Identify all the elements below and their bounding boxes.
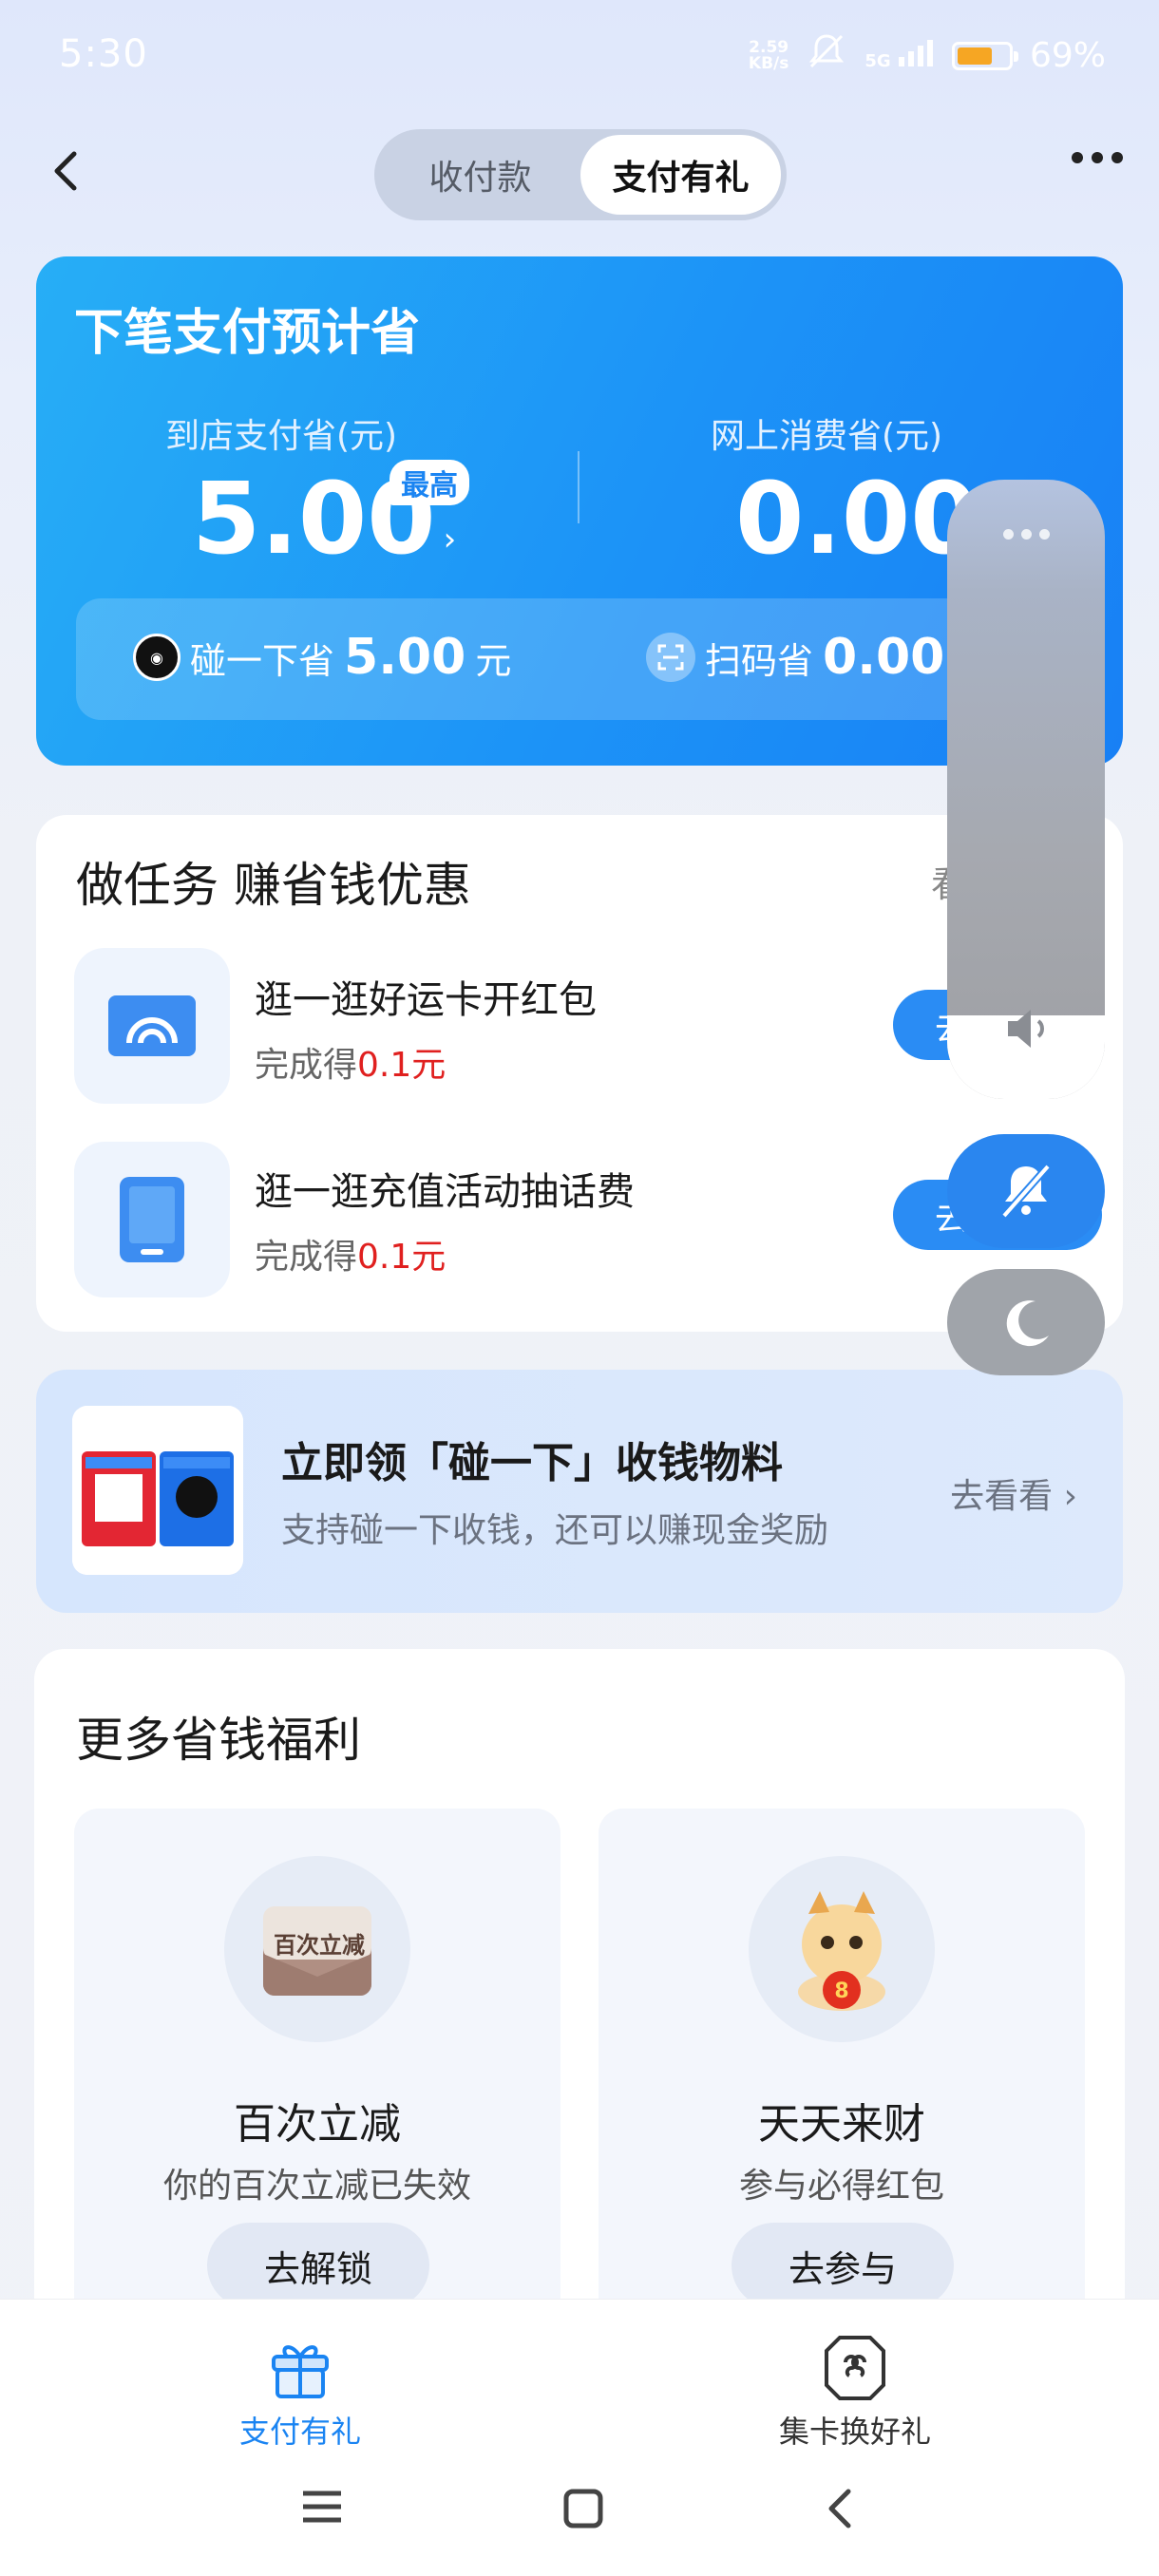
moon-icon [1006, 1300, 1049, 1347]
dragon-mascot-icon: 8 [749, 1856, 935, 2042]
task-reward: 完成得0.1元 [255, 1238, 446, 1277]
bottom-nav: 支付有礼 集卡换好礼 [0, 2299, 1159, 2576]
task-icon-box [74, 1142, 230, 1297]
lucky-card-icon [108, 995, 196, 1056]
more-dots-icon[interactable] [947, 525, 1105, 543]
join-button[interactable]: 去参与 [732, 2223, 954, 2308]
svg-text:8: 8 [834, 1979, 848, 2003]
banner-thumbnail [72, 1406, 243, 1575]
benefit-desc: 你的百次立减已失效 [162, 2167, 471, 2206]
task-reward: 完成得0.1元 [255, 1046, 446, 1085]
benefit-desc: 参与必得红包 [738, 2167, 944, 2206]
unlock-button[interactable]: 去解锁 [207, 2223, 429, 2308]
task-icon-box [74, 948, 230, 1104]
banner-link[interactable]: 去看看 › [950, 1468, 1077, 1518]
task-section-title: 做任务 赚省钱优惠 [76, 858, 471, 913]
back-icon[interactable] [40, 142, 97, 199]
system-nav [0, 2488, 1159, 2533]
touch-save: ◉ 碰一下省 5.00 元 [133, 629, 511, 686]
benefit-name: 百次立减 [234, 2100, 401, 2149]
touch-material-banner[interactable]: 立即领「碰一下」收钱物料 支持碰一下收钱，还可以赚现金奖励 去看看 › [36, 1370, 1123, 1613]
in-store-label: 到店支付省(元) [165, 417, 398, 456]
chevron-right-icon: › [443, 521, 457, 559]
menu-icon[interactable] [299, 2488, 345, 2533]
chevron-right-icon: › [1063, 1477, 1077, 1516]
tab-receive-pay[interactable]: 收付款 [380, 135, 580, 215]
touch-pay-icon: ◉ [133, 634, 180, 681]
tab-pay-rewards[interactable]: 支付有礼 [580, 135, 781, 215]
nav-item-pay-rewards[interactable]: 支付有礼 [239, 2334, 361, 2452]
mute-toggle[interactable] [947, 1134, 1105, 1248]
divider [578, 451, 580, 523]
online-label: 网上消费省(元) [711, 417, 943, 456]
banner-title: 立即领「碰一下」收钱物料 [281, 1439, 783, 1487]
savings-breakdown: ◉ 碰一下省 5.00 元 扫码省 0.00 [76, 598, 1083, 720]
banner-subtitle: 支持碰一下收钱，还可以赚现金奖励 [281, 1511, 829, 1550]
scan-save: 扫码省 0.00 [646, 629, 944, 686]
benefit-item[interactable]: 8 天天来财 参与必得红包 去参与 [598, 1809, 1085, 2378]
card-icon [825, 2336, 885, 2400]
dark-mode-toggle[interactable] [947, 1269, 1105, 1375]
max-badge: 最高 [390, 460, 469, 505]
savings-title: 下笔支付预计省 [74, 305, 421, 362]
tab-switch: 收付款 支付有礼 [374, 129, 787, 220]
more-options-icon[interactable] [1072, 152, 1123, 163]
nav-item-collect-cards[interactable]: 集卡换好礼 [779, 2334, 931, 2452]
back-nav-icon[interactable] [822, 2488, 860, 2533]
hundred-discount-icon: 百次立减 [224, 1856, 410, 2042]
status-time: 5:30 [59, 32, 148, 76]
online-amount: 0.00 [735, 461, 979, 577]
bell-muted-icon [806, 32, 847, 79]
task-name: 逛一逛充值活动抽话费 [255, 1170, 635, 1214]
bell-off-icon [1001, 1164, 1051, 1219]
speaker-icon [1002, 1004, 1052, 1057]
battery-icon [951, 41, 1018, 70]
battery-percent: 69% [1029, 36, 1106, 75]
scan-icon [646, 633, 695, 682]
home-icon[interactable] [562, 2488, 604, 2533]
benefits-title: 更多省钱福利 [76, 1713, 361, 1768]
tablet-icon [120, 1177, 184, 1262]
benefit-name: 天天来财 [758, 2100, 925, 2149]
battery-level [957, 47, 992, 65]
benefits-card: 更多省钱福利 百次立减 百次立减 你的百次立减已失效 去解锁 8 天天来财 参与… [34, 1649, 1125, 2378]
signal-icon: 5G [864, 40, 935, 71]
gift-icon [272, 2345, 329, 2398]
task-name: 逛一逛好运卡开红包 [255, 978, 597, 1022]
net-speed: 2.59 KB/s [748, 37, 789, 73]
benefit-item[interactable]: 百次立减 百次立减 你的百次立减已失效 去解锁 [74, 1809, 560, 2378]
status-icons: 2.59 KB/s 5G 69% [749, 32, 1106, 79]
volume-slider[interactable] [947, 480, 1105, 1099]
